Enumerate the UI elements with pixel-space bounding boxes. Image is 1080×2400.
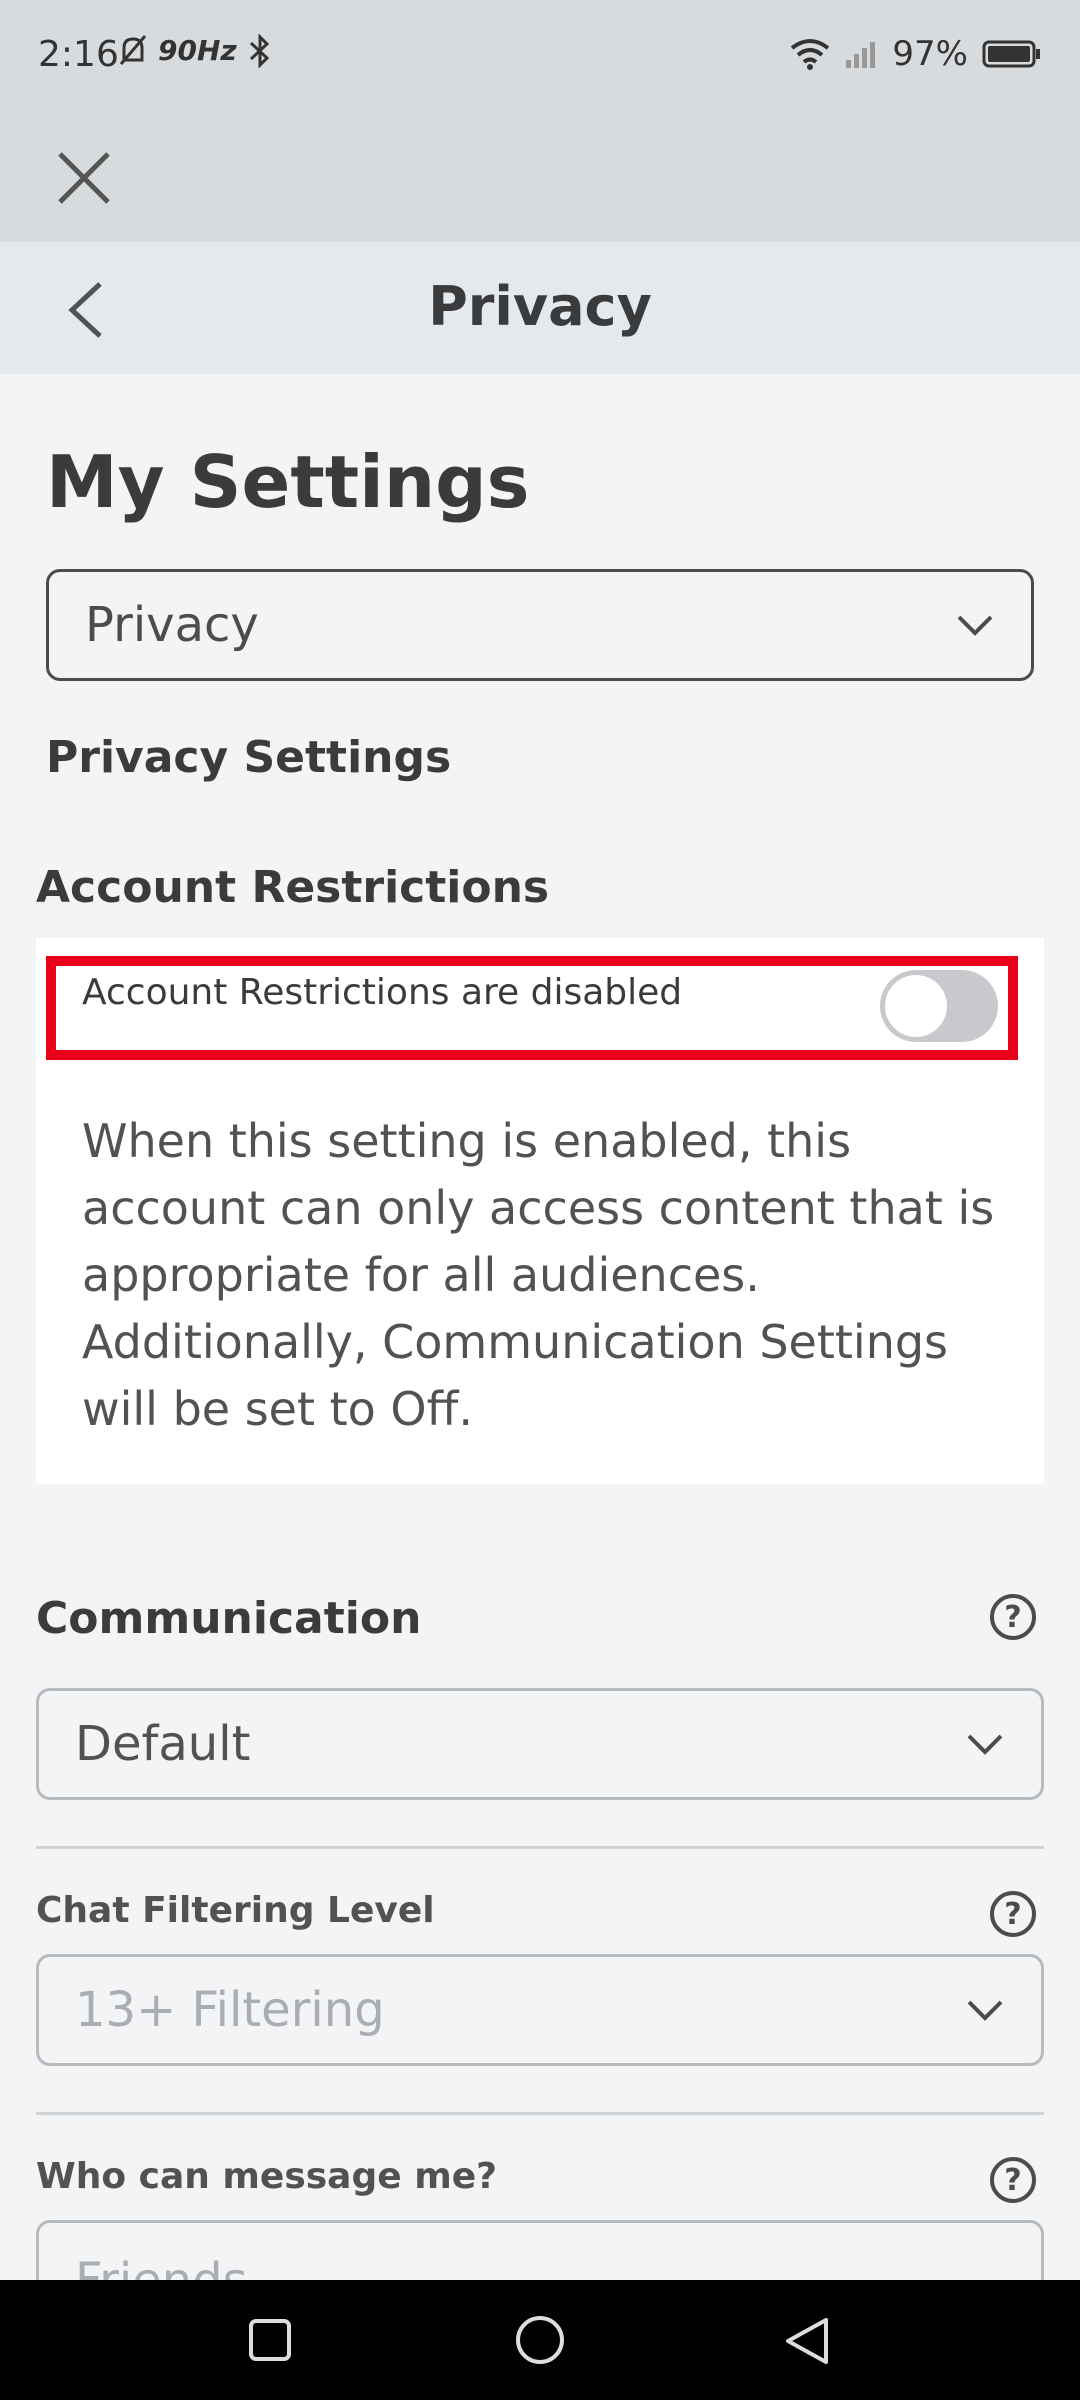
account-restrictions-description: When this setting is enabled, this accou…: [82, 1114, 995, 1436]
chevron-down-icon: [967, 2000, 1003, 2021]
communication-help-icon[interactable]: ?: [990, 1594, 1036, 1640]
status-time: 2:16: [38, 34, 119, 75]
header-title: Privacy: [428, 275, 652, 338]
bluetooth-icon: [249, 34, 269, 68]
status-right-icons: 97%: [790, 34, 1042, 74]
page-title: My Settings: [46, 440, 530, 524]
toggle-knob: [885, 975, 947, 1037]
signal-icon: [846, 42, 876, 68]
close-bar: [0, 110, 1080, 242]
communication-select-value: Default: [75, 1716, 251, 1772]
system-nav-bar: [0, 2280, 1080, 2400]
divider: [36, 2112, 1044, 2115]
who-can-message-label: Who can message me?: [36, 2156, 498, 2197]
chat-filtering-label: Chat Filtering Level: [36, 1890, 435, 1931]
battery-percent: 97%: [892, 34, 968, 74]
chat-filtering-value: 13+ Filtering: [75, 1982, 385, 2038]
wifi-icon: [791, 39, 830, 70]
privacy-settings-heading: Privacy Settings: [46, 732, 452, 783]
account-restrictions-toggle[interactable]: [880, 970, 998, 1042]
account-restrictions-heading: Account Restrictions: [36, 862, 550, 913]
divider: [36, 1846, 1044, 1849]
mute-icon: [119, 35, 147, 65]
nav-recents-icon[interactable]: [248, 2318, 292, 2362]
nav-home-icon[interactable]: [514, 2314, 566, 2366]
chevron-down-icon: [967, 1734, 1003, 1755]
refresh-rate-label: 90Hz: [158, 34, 237, 67]
chat-filtering-select[interactable]: 13+ Filtering: [36, 1954, 1044, 2066]
chat-filtering-help-icon[interactable]: ?: [990, 1891, 1036, 1937]
settings-category-select[interactable]: Privacy: [46, 569, 1034, 681]
chevron-down-icon: [957, 615, 993, 636]
communication-heading: Communication: [36, 1593, 422, 1644]
close-icon[interactable]: [56, 150, 112, 206]
battery-icon: [982, 40, 1040, 68]
status-left-icons: 90Hz: [118, 34, 273, 68]
settings-category-value: Privacy: [85, 597, 259, 653]
who-can-message-help-icon[interactable]: ?: [990, 2157, 1036, 2203]
nav-back-icon[interactable]: [782, 2316, 832, 2366]
account-restrictions-toggle-label: Account Restrictions are disabled: [82, 972, 683, 1013]
communication-select[interactable]: Default: [36, 1688, 1044, 1800]
